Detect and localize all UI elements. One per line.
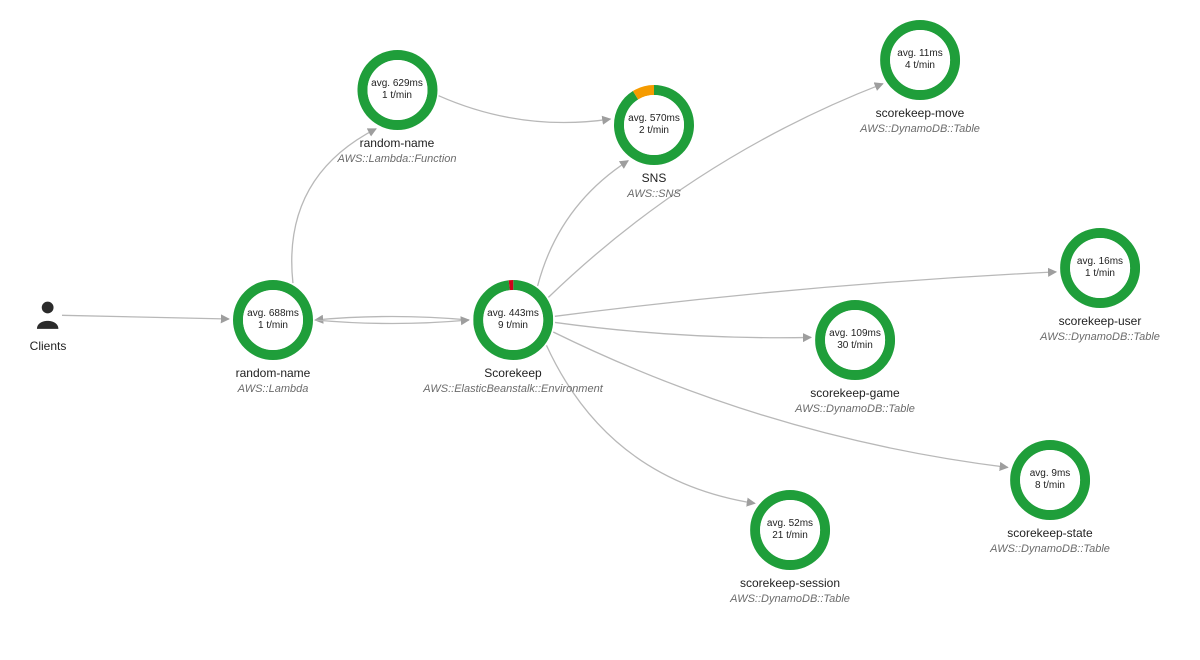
node-name: random-name [233, 366, 313, 380]
node-metrics: avg. 629ms 1 t/min [367, 60, 427, 120]
node-throughput: 8 t/min [1035, 480, 1065, 493]
node-type: AWS::ElasticBeanstalk::Environment [423, 383, 603, 395]
health-ring: avg. 570ms 2 t/min [614, 85, 694, 165]
node-metrics: avg. 9ms 8 t/min [1020, 450, 1080, 510]
node-throughput: 4 t/min [905, 60, 935, 73]
node-type: AWS::DynamoDB::Table [990, 543, 1110, 555]
node-name: random-name [337, 136, 456, 150]
node-throughput: 21 t/min [772, 530, 808, 543]
node-name: SNS [614, 171, 694, 185]
node-name: scorekeep-state [990, 526, 1110, 540]
node-name: scorekeep-game [795, 386, 915, 400]
node-type: AWS::DynamoDB::Table [730, 593, 850, 605]
node-metrics: avg. 16ms 1 t/min [1070, 238, 1130, 298]
user-icon [35, 300, 61, 330]
node-metrics: avg. 688ms 1 t/min [243, 290, 303, 350]
edge [62, 315, 229, 319]
node-throughput: 1 t/min [258, 320, 288, 333]
node-type: AWS::DynamoDB::Table [860, 123, 980, 135]
service-node-skMove[interactable]: avg. 11ms 4 t/min scorekeep-move AWS::Dy… [860, 20, 980, 135]
client-label: Clients [30, 339, 67, 353]
health-ring: avg. 11ms 4 t/min [880, 20, 960, 100]
health-ring: avg. 688ms 1 t/min [233, 280, 313, 360]
edge [548, 84, 883, 298]
node-latency: avg. 570ms [628, 113, 680, 126]
node-latency: avg. 9ms [1030, 468, 1071, 481]
edge [553, 332, 1008, 467]
node-throughput: 2 t/min [639, 125, 669, 138]
health-ring: avg. 9ms 8 t/min [1010, 440, 1090, 520]
node-metrics: avg. 52ms 21 t/min [760, 500, 820, 560]
health-ring: avg. 16ms 1 t/min [1060, 228, 1140, 308]
node-metrics: avg. 11ms 4 t/min [890, 30, 950, 90]
client-node[interactable]: Clients [30, 300, 67, 353]
service-node-scorekeep[interactable]: avg. 443ms 9 t/min Scorekeep AWS::Elasti… [423, 280, 603, 395]
service-node-sns[interactable]: avg. 570ms 2 t/min SNS AWS::SNS [614, 85, 694, 200]
health-ring: avg. 52ms 21 t/min [750, 490, 830, 570]
node-name: Scorekeep [423, 366, 603, 380]
node-latency: avg. 629ms [371, 78, 423, 91]
node-type: AWS::DynamoDB::Table [795, 403, 915, 415]
node-name: scorekeep-move [860, 106, 980, 120]
node-throughput: 30 t/min [837, 340, 873, 353]
service-map-canvas[interactable]: Clients avg. 688ms 1 t/min random-name A… [0, 0, 1200, 660]
node-throughput: 1 t/min [1085, 268, 1115, 281]
node-type: AWS::Lambda [233, 383, 313, 395]
node-type: AWS::DynamoDB::Table [1040, 331, 1160, 343]
service-node-randomNameFn[interactable]: avg. 629ms 1 t/min random-name AWS::Lamb… [337, 50, 456, 165]
health-ring: avg. 629ms 1 t/min [357, 50, 437, 130]
node-latency: avg. 11ms [897, 48, 942, 61]
node-type: AWS::Lambda::Function [337, 153, 456, 165]
service-node-skUser[interactable]: avg. 16ms 1 t/min scorekeep-user AWS::Dy… [1040, 228, 1160, 343]
health-ring: avg. 443ms 9 t/min [473, 280, 553, 360]
node-metrics: avg. 443ms 9 t/min [483, 290, 543, 350]
node-throughput: 1 t/min [382, 90, 412, 103]
node-metrics: avg. 109ms 30 t/min [825, 310, 885, 370]
node-latency: avg. 16ms [1077, 256, 1123, 269]
node-throughput: 9 t/min [498, 320, 528, 333]
node-latency: avg. 52ms [767, 518, 813, 531]
node-name: scorekeep-session [730, 576, 850, 590]
node-latency: avg. 688ms [247, 308, 299, 321]
node-name: scorekeep-user [1040, 314, 1160, 328]
service-node-skGame[interactable]: avg. 109ms 30 t/min scorekeep-game AWS::… [795, 300, 915, 415]
service-node-randomNameLambda[interactable]: avg. 688ms 1 t/min random-name AWS::Lamb… [233, 280, 313, 395]
health-ring: avg. 109ms 30 t/min [815, 300, 895, 380]
service-node-skState[interactable]: avg. 9ms 8 t/min scorekeep-state AWS::Dy… [990, 440, 1110, 555]
service-node-skSession[interactable]: avg. 52ms 21 t/min scorekeep-session AWS… [730, 490, 850, 605]
node-latency: avg. 109ms [829, 328, 881, 341]
node-type: AWS::SNS [614, 188, 694, 200]
node-metrics: avg. 570ms 2 t/min [624, 95, 684, 155]
edge [439, 96, 611, 123]
node-latency: avg. 443ms [487, 308, 539, 321]
